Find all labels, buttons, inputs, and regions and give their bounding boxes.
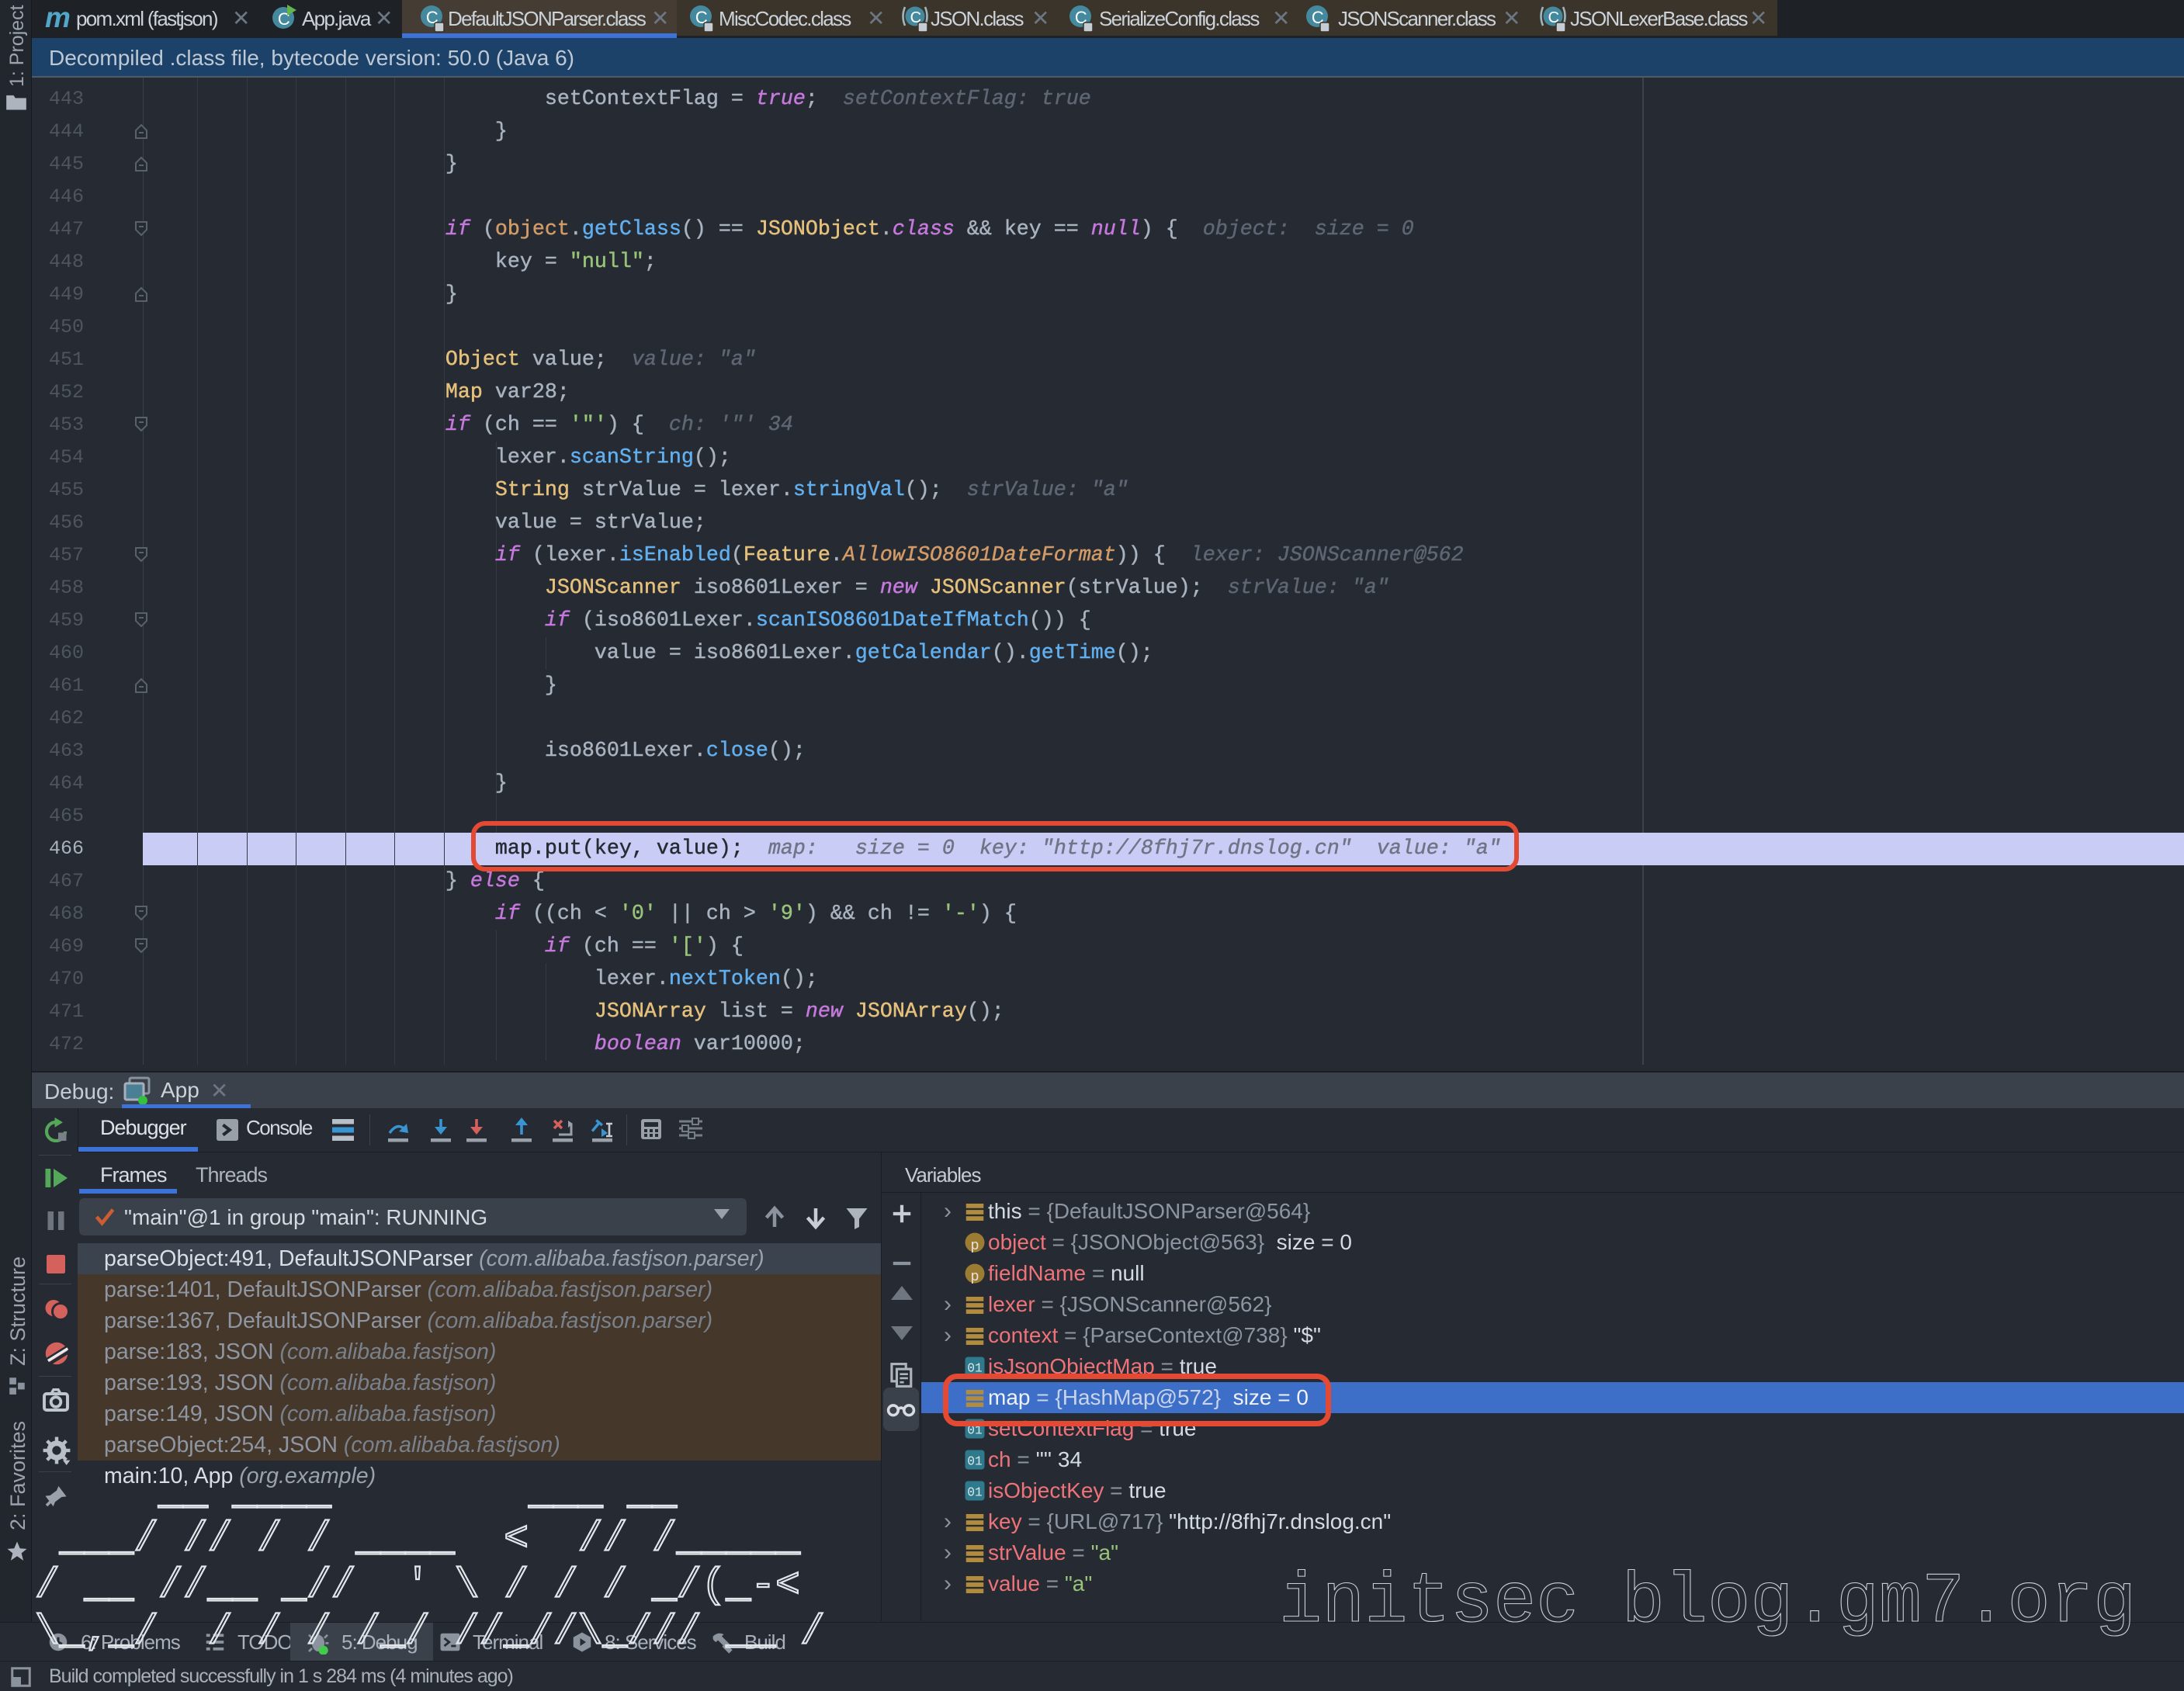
svg-text:p: p: [970, 1268, 979, 1285]
svg-text:p: p: [970, 1237, 979, 1254]
svg-text:01: 01: [967, 1485, 983, 1499]
svg-text:01: 01: [967, 1454, 983, 1468]
